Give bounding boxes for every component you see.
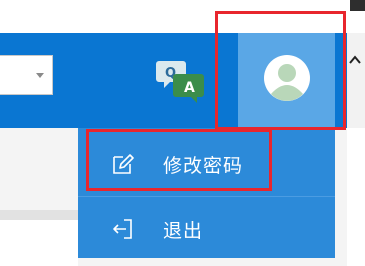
menu-divider [78, 196, 335, 197]
user-dropdown-menu: 修改密码 退出 [78, 128, 335, 258]
caret-down-icon [36, 73, 44, 78]
collapse-button[interactable] [347, 33, 365, 128]
translate-qa-icon[interactable]: Q A [156, 57, 206, 103]
logout-item[interactable]: 退出 [78, 198, 335, 260]
change-password-item[interactable]: 修改密码 [78, 133, 335, 195]
edit-pencil-icon [113, 154, 134, 174]
user-avatar-button[interactable] [238, 33, 335, 128]
content-area [0, 220, 78, 266]
svg-text:A: A [184, 80, 195, 96]
logout-label: 退出 [163, 219, 204, 242]
content-divider [0, 210, 78, 220]
chevron-up-icon [349, 55, 361, 64]
change-password-label: 修改密码 [163, 154, 244, 177]
user-avatar-icon [264, 55, 310, 101]
header-select[interactable] [0, 55, 53, 95]
window-corner [350, 0, 365, 11]
logout-icon [113, 219, 132, 239]
